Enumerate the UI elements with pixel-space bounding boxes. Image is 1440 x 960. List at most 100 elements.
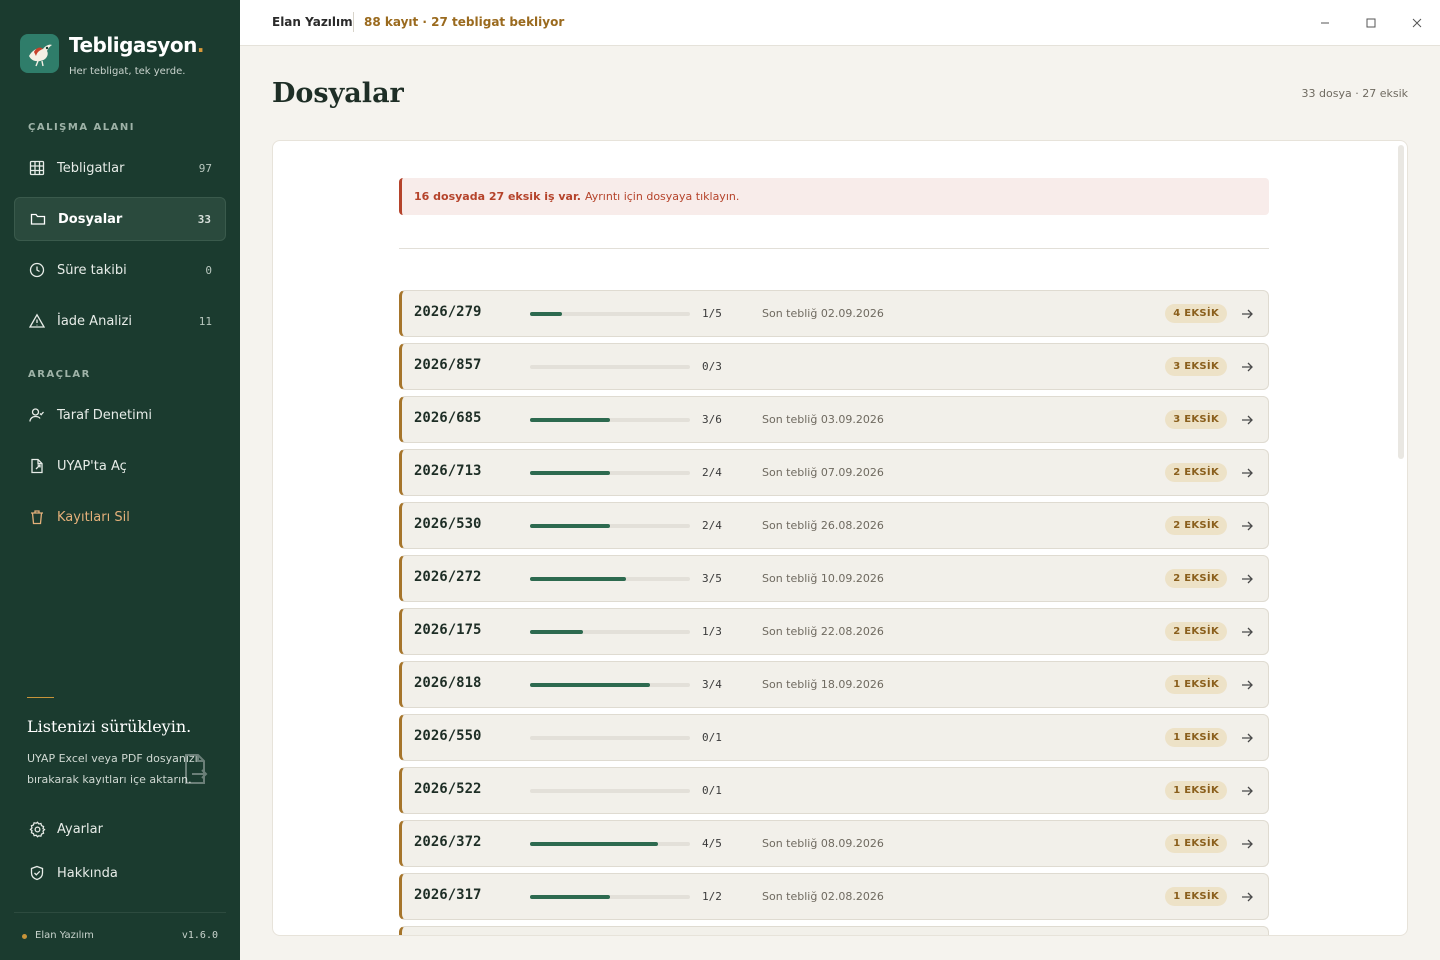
file-number: 2026/550 xyxy=(414,728,482,744)
title-separator xyxy=(353,12,354,32)
progress-track xyxy=(530,312,690,316)
progress-track xyxy=(530,789,690,793)
file-row[interactable]: 2026/372 4/5 Son tebliğ 08.09.2026 1 EKSİK xyxy=(399,820,1269,867)
file-row[interactable]: 2026/857 0/3 3 EKSİK xyxy=(399,343,1269,390)
external-file-icon xyxy=(28,457,46,475)
sidebar-item-label: Dosyalar xyxy=(58,211,123,227)
progress-fill xyxy=(530,577,626,581)
missing-badge: 2 EKSİK xyxy=(1165,622,1227,641)
arrow-right-icon[interactable] xyxy=(1240,465,1254,479)
last-notification: Son tebliğ 02.08.2026 xyxy=(762,890,884,903)
drop-zone-title: Listenizi sürükleyin. xyxy=(27,717,192,736)
progress-ratio: 4/5 xyxy=(702,837,722,850)
clock-icon xyxy=(28,261,46,279)
brand: Tebligasyon. Her tebligat, tek yerde. xyxy=(20,34,204,77)
file-row[interactable]: 2026/279 1/5 Son tebliğ 02.09.2026 4 EKSİK xyxy=(399,290,1269,337)
last-notification: Son tebliğ 22.08.2026 xyxy=(762,625,884,638)
arrow-right-icon[interactable] xyxy=(1240,836,1254,850)
app-name-dot: . xyxy=(196,33,205,57)
progress-fill xyxy=(530,418,610,422)
arrow-right-icon[interactable] xyxy=(1240,889,1254,903)
progress-fill xyxy=(530,630,584,634)
count-badge: 11 xyxy=(198,314,212,328)
file-row[interactable]: 2026/713 2/4 Son tebliğ 07.09.2026 2 EKSİK xyxy=(399,449,1269,496)
sidebar-item-sure-takibi[interactable]: Süre takibi 0 xyxy=(14,248,226,292)
missing-badge: 2 EKSİK xyxy=(1165,569,1227,588)
sidebar-item-tebligatlar[interactable]: Tebligatlar 97 xyxy=(14,146,226,190)
missing-alert: 16 dosyada 27 eksik iş var. Ayrıntı için… xyxy=(399,178,1269,215)
progress-track xyxy=(530,524,690,528)
app-tagline: Her tebligat, tek yerde. xyxy=(69,66,186,77)
sidebar-item-ayarlar[interactable]: Ayarlar xyxy=(14,807,226,851)
progress-track xyxy=(530,365,690,369)
file-row[interactable]: 2026/317 1/2 Son tebliğ 02.08.2026 1 EKSİK xyxy=(399,873,1269,920)
file-row-partial[interactable] xyxy=(399,926,1269,935)
progress-track xyxy=(530,471,690,475)
footer-divider xyxy=(14,912,226,913)
missing-badge: 2 EKSİK xyxy=(1165,463,1227,482)
file-row[interactable]: 2026/818 3/4 Son tebliğ 18.09.2026 1 EKSİK xyxy=(399,661,1269,708)
last-notification: Son tebliğ 18.09.2026 xyxy=(762,678,884,691)
file-number: 2026/522 xyxy=(414,781,482,797)
grid-icon xyxy=(28,159,46,177)
missing-badge: 3 EKSİK xyxy=(1165,410,1227,429)
user-check-icon xyxy=(28,406,46,424)
file-row[interactable]: 2026/550 0/1 1 EKSİK xyxy=(399,714,1269,761)
app-name: Tebligasyon xyxy=(69,33,197,57)
scrollbar-thumb[interactable] xyxy=(1398,145,1404,459)
file-row[interactable]: 2026/272 3/5 Son tebliğ 10.09.2026 2 EKSİK xyxy=(399,555,1269,602)
progress-ratio: 3/5 xyxy=(702,572,722,585)
record-status: 88 kayıt · 27 tebligat bekliyor xyxy=(364,15,565,29)
count-badge: 97 xyxy=(198,161,212,175)
file-row[interactable]: 2026/175 1/3 Son tebliğ 22.08.2026 2 EKSİK xyxy=(399,608,1269,655)
last-notification: Son tebliğ 07.09.2026 xyxy=(762,466,884,479)
missing-badge: 1 EKSİK xyxy=(1165,834,1227,853)
file-number: 2026/175 xyxy=(414,622,482,638)
arrow-right-icon[interactable] xyxy=(1240,518,1254,532)
sidebar-item-label: Hakkında xyxy=(57,865,118,881)
sidebar-item-dosyalar[interactable]: Dosyalar 33 xyxy=(14,197,226,241)
file-number: 2026/279 xyxy=(414,304,482,320)
arrow-right-icon[interactable] xyxy=(1240,730,1254,744)
file-row[interactable]: 2026/530 2/4 Son tebliğ 26.08.2026 2 EKSİK xyxy=(399,502,1269,549)
close-button[interactable] xyxy=(1407,13,1427,33)
arrow-right-icon[interactable] xyxy=(1240,359,1254,373)
last-notification: Son tebliğ 26.08.2026 xyxy=(762,519,884,532)
sidebar-item-kayitlari-sil[interactable]: Kayıtları Sil xyxy=(14,495,226,539)
close-icon xyxy=(1412,18,1422,28)
arrow-right-icon[interactable] xyxy=(1240,677,1254,691)
progress-ratio: 1/3 xyxy=(702,625,722,638)
sidebar-item-iade-analizi[interactable]: İade Analizi 11 xyxy=(14,299,226,343)
file-number: 2026/372 xyxy=(414,834,482,850)
file-list-panel: 16 dosyada 27 eksik iş var. Ayrıntı için… xyxy=(272,140,1408,936)
progress-ratio: 0/1 xyxy=(702,731,722,744)
footer-company: Elan Yazılım xyxy=(35,930,94,941)
arrow-right-icon[interactable] xyxy=(1240,624,1254,638)
progress-ratio: 0/3 xyxy=(702,360,722,373)
file-row[interactable]: 2026/685 3/6 Son tebliğ 03.09.2026 3 EKSİK xyxy=(399,396,1269,443)
sidebar: Tebligasyon. Her tebligat, tek yerde. ÇA… xyxy=(0,0,240,960)
footer-version: v1.6.0 xyxy=(181,930,218,941)
arrow-right-icon[interactable] xyxy=(1240,306,1254,320)
progress-ratio: 1/5 xyxy=(702,307,722,320)
page-title: Dosyalar xyxy=(272,78,404,109)
minimize-button[interactable] xyxy=(1315,13,1335,33)
arrow-right-icon[interactable] xyxy=(1240,412,1254,426)
file-number: 2026/272 xyxy=(414,569,482,585)
arrow-right-icon[interactable] xyxy=(1240,783,1254,797)
last-notification: Son tebliğ 02.09.2026 xyxy=(762,307,884,320)
drop-divider xyxy=(27,697,54,698)
sidebar-item-hakkinda[interactable]: Hakkında xyxy=(14,851,226,895)
missing-badge: 1 EKSİK xyxy=(1165,675,1227,694)
count-badge: 33 xyxy=(197,212,211,226)
missing-badge: 1 EKSİK xyxy=(1165,887,1227,906)
sidebar-item-uyap-ac[interactable]: UYAP'ta Aç xyxy=(14,444,226,488)
arrow-right-icon[interactable] xyxy=(1240,571,1254,585)
progress-ratio: 2/4 xyxy=(702,519,722,532)
sidebar-item-taraf-denetimi[interactable]: Taraf Denetimi xyxy=(14,393,226,437)
file-number: 2026/857 xyxy=(414,357,482,373)
file-row[interactable]: 2026/522 0/1 1 EKSİK xyxy=(399,767,1269,814)
progress-track xyxy=(530,842,690,846)
maximize-button[interactable] xyxy=(1361,13,1381,33)
gear-icon xyxy=(28,820,46,838)
